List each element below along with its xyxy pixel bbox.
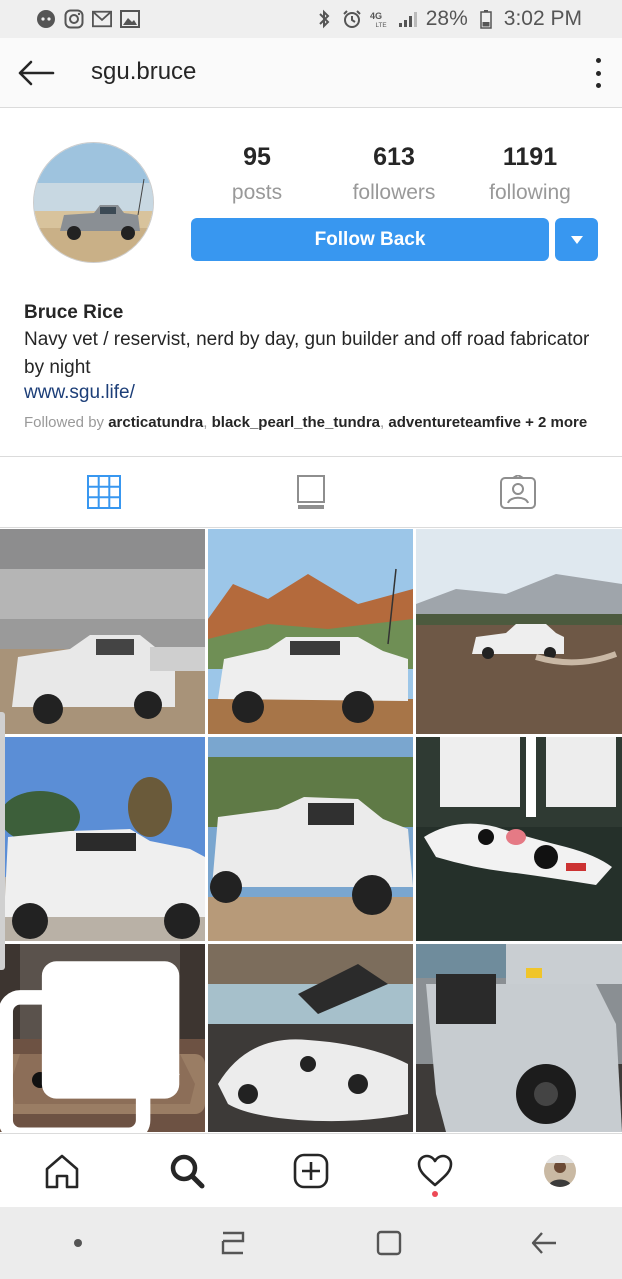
- dot-icon: [73, 1239, 82, 1247]
- back-arrow-icon: [18, 60, 55, 86]
- post-thumbnail[interactable]: [416, 529, 622, 734]
- back-system-button[interactable]: [514, 1223, 574, 1263]
- followed-by-user[interactable]: adventureteamfive: [388, 414, 521, 431]
- profile-avatar-icon: [543, 1154, 576, 1187]
- post-thumbnail[interactable]: [416, 944, 622, 1132]
- home-system-button[interactable]: [359, 1223, 419, 1263]
- battery-icon: [476, 9, 496, 29]
- tab-tagged[interactable]: [415, 457, 622, 527]
- add-post-icon: [293, 1153, 329, 1188]
- followers-label: followers: [352, 181, 436, 204]
- heart-icon: [418, 1154, 453, 1186]
- tab-feed[interactable]: [207, 457, 414, 527]
- instagram-icon: [64, 9, 84, 29]
- post-thumbnail[interactable]: [208, 944, 413, 1132]
- square-home-icon: [376, 1230, 401, 1256]
- following-count: 1191: [502, 143, 558, 171]
- followers-stat[interactable]: 613 followers: [324, 143, 464, 205]
- discord-icon: [36, 9, 56, 29]
- caret-down-icon: [570, 235, 583, 244]
- more-dot-icon: [595, 58, 601, 63]
- header-username: sgu.bruce: [91, 58, 197, 85]
- nav-home[interactable]: [0, 1134, 124, 1207]
- tab-grid[interactable]: [0, 457, 207, 527]
- post-thumbnail[interactable]: [0, 944, 205, 1132]
- battery-percent: 28%: [425, 7, 468, 30]
- followed-by-user[interactable]: arcticatundra: [108, 414, 203, 431]
- bluetooth-icon: [314, 9, 334, 29]
- posts-label: posts: [231, 181, 283, 204]
- status-left-icons: [36, 9, 140, 29]
- svg-text:LTE: LTE: [375, 22, 386, 29]
- status-bar: 4G LTE 28% 3:02 PM: [0, 0, 622, 38]
- profile-bio: Bruce Rice Navy vet / reservist, nerd by…: [24, 302, 604, 431]
- gmail-icon: [92, 9, 112, 29]
- more-options-button[interactable]: [592, 58, 604, 88]
- bio-text: Navy vet / reservist, nerd by day, gun b…: [24, 329, 590, 378]
- nav-dot-button[interactable]: [48, 1223, 108, 1263]
- profile-avatar[interactable]: [33, 142, 154, 263]
- home-icon: [45, 1154, 79, 1188]
- posts-grid: [0, 529, 622, 1133]
- post-thumbnail[interactable]: [0, 529, 205, 734]
- multiple-photos-icon: [0, 961, 180, 1132]
- followed-by[interactable]: Followed by arcticatundra, black_pearl_t…: [24, 414, 604, 431]
- svg-text:4G: 4G: [370, 11, 382, 21]
- followed-by-prefix: Followed by: [24, 414, 109, 431]
- post-thumbnail[interactable]: [208, 737, 413, 941]
- tagged-icon: [500, 475, 537, 509]
- posts-count: 95: [243, 143, 271, 171]
- followed-by-more[interactable]: + 2 more: [525, 414, 587, 431]
- recent-apps-icon: [222, 1231, 245, 1255]
- more-dot-icon: [595, 83, 601, 88]
- clock: 3:02 PM: [503, 7, 582, 30]
- edge-panel-handle[interactable]: [0, 712, 5, 970]
- post-thumbnail[interactable]: [208, 529, 413, 734]
- followers-count: 613: [373, 143, 415, 171]
- status-right-icons: 4G LTE 28% 3:02 PM: [314, 7, 582, 31]
- suggested-dropdown-button[interactable]: [555, 218, 598, 261]
- lte-icon: 4G LTE: [370, 9, 390, 29]
- divider: [0, 527, 622, 528]
- post-thumbnail[interactable]: [416, 737, 622, 941]
- feed-icon: [296, 475, 325, 509]
- separator: ,: [203, 414, 212, 431]
- back-button[interactable]: [16, 56, 56, 90]
- system-navigation-bar: [0, 1207, 622, 1279]
- nav-search[interactable]: [124, 1134, 248, 1207]
- nav-activity[interactable]: [373, 1134, 497, 1207]
- more-dot-icon: [595, 70, 601, 76]
- profile-tabs: [0, 457, 622, 527]
- nav-profile[interactable]: [498, 1134, 622, 1207]
- gallery-icon: [120, 9, 140, 29]
- bottom-navigation: [0, 1133, 622, 1207]
- follow-back-button[interactable]: Follow Back: [191, 218, 549, 261]
- search-icon: [170, 1154, 205, 1188]
- alarm-icon: [342, 9, 362, 29]
- website-link[interactable]: www.sgu.life/: [24, 382, 604, 404]
- back-system-icon: [532, 1232, 557, 1254]
- notification-dot: [432, 1191, 439, 1197]
- following-stat[interactable]: 1191 following: [460, 143, 600, 205]
- post-thumbnail[interactable]: [0, 737, 205, 941]
- following-label: following: [489, 181, 571, 204]
- signal-icon: [398, 9, 418, 29]
- app-header: sgu.bruce: [0, 38, 622, 108]
- followed-by-user[interactable]: black_pearl_the_tundra: [212, 414, 380, 431]
- nav-add-post[interactable]: [249, 1134, 373, 1207]
- profile-name: Bruce Rice: [24, 302, 124, 323]
- grid-icon: [86, 475, 121, 509]
- posts-stat[interactable]: 95 posts: [187, 143, 327, 205]
- recent-apps-button[interactable]: [203, 1223, 263, 1263]
